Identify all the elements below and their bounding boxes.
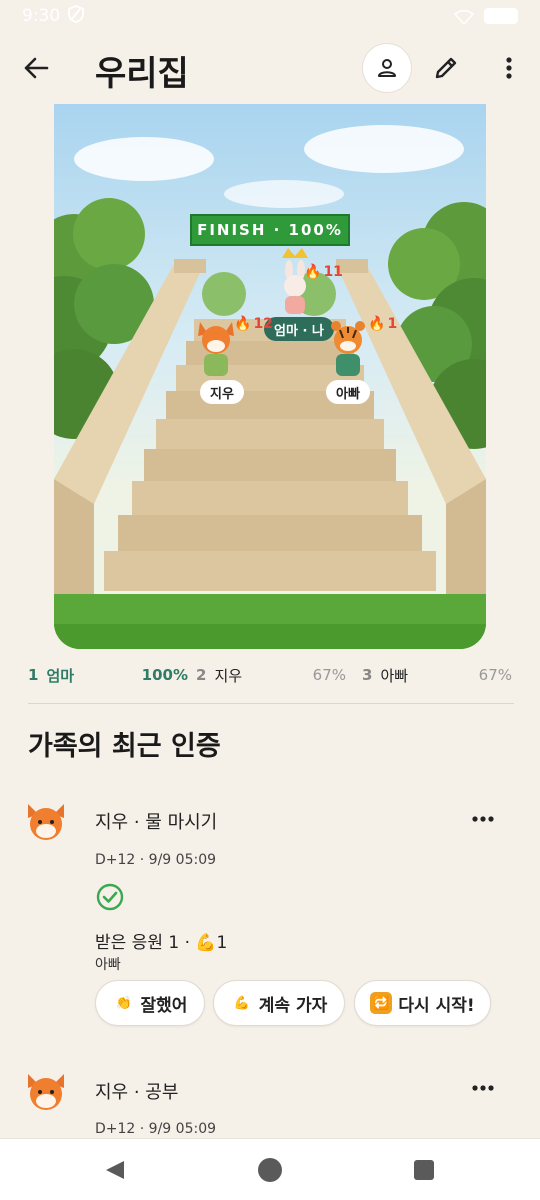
stair-progress-scene: FINISH · 100% 🔥 11 엄마 · 나 🔥 12 지우 🔥 1 아빠 (54, 104, 486, 649)
bunny-icon (282, 248, 308, 314)
arrow-left-icon (24, 57, 49, 79)
nav-recent-apps-icon[interactable] (414, 1160, 434, 1180)
feed-more-button[interactable] (468, 1078, 498, 1098)
streak-dad: 🔥 1 (368, 316, 398, 332)
rank-percent: 67% (312, 666, 346, 684)
more-menu-button[interactable] (494, 50, 524, 86)
feed-meta: D+12 · 9/9 05:09 (95, 852, 217, 868)
feed-more-button[interactable] (468, 809, 498, 829)
cheer-count: 받은 응원 1 · 💪1 (95, 933, 228, 953)
back-button[interactable] (18, 50, 54, 86)
repeat-icon: 🔁 (370, 992, 393, 1014)
tiger-icon (331, 321, 365, 376)
edit-button[interactable] (428, 50, 464, 86)
flame-icon: 🔥 (304, 264, 322, 280)
fox-avatar-icon (28, 804, 64, 840)
flexed-biceps-icon: 💪 (233, 995, 250, 1011)
character-label-mom: 엄마 · 나 (264, 317, 334, 341)
app-bar: 우리집 (0, 32, 540, 104)
rank-item-2: 2 지우 67% (196, 666, 346, 685)
status-bar: 9:30 (0, 0, 540, 32)
person-icon (378, 59, 396, 77)
rank-percent: 100% (141, 666, 188, 684)
fox-icon (198, 322, 234, 376)
flame-icon: 🔥 (368, 316, 386, 332)
rank-percent: 67% (478, 666, 512, 684)
feed-title: 지우 · 공부 (95, 1082, 179, 1103)
pencil-icon (435, 57, 457, 79)
more-horizontal-icon (472, 1085, 494, 1091)
system-nav-bar (0, 1138, 540, 1200)
rank-name: 아빠 (380, 666, 409, 685)
section-title: 가족의 최근 인증 (28, 731, 221, 762)
feed-title: 지우 · 물 마시기 (95, 812, 218, 833)
character-label-jiwoo: 지우 (200, 380, 244, 404)
battery-icon (484, 8, 518, 24)
feed-meta: D+12 · 9/9 05:09 (95, 1121, 217, 1137)
streak-jiwoo: 🔥 12 (234, 316, 273, 332)
rank-name: 엄마 (46, 666, 75, 685)
rank-item-1: 1 엄마 100% (28, 666, 188, 685)
page-title: 우리집 (95, 54, 189, 94)
nav-home-icon[interactable] (258, 1158, 282, 1182)
character-label-dad: 아빠 (326, 380, 370, 404)
cheer-button-well-done[interactable]: 👏 잘했어 (95, 980, 205, 1026)
more-vertical-icon (506, 57, 512, 79)
fox-avatar-icon (28, 1074, 64, 1110)
shield-status-icon (68, 4, 85, 28)
status-time: 9:30 (22, 6, 61, 26)
more-horizontal-icon (472, 816, 494, 822)
streak-mom: 🔥 11 (304, 264, 343, 280)
ranking-row: 1 엄마 100% 2 지우 67% 3 아빠 67% (28, 664, 512, 686)
profile-button[interactable] (362, 43, 412, 93)
wifi-icon (453, 9, 475, 26)
check-circle-icon (96, 883, 124, 911)
rank-name: 지우 (214, 666, 243, 685)
clap-icon: 👏 (115, 995, 132, 1011)
flame-icon: 🔥 (234, 316, 252, 332)
cheer-button-restart[interactable]: 🔁 다시 시작! (354, 980, 491, 1026)
divider (28, 703, 514, 704)
scene-illustration (54, 125, 486, 649)
nav-back-icon[interactable] (104, 1159, 126, 1181)
cheerer-names: 아빠 (95, 957, 121, 973)
cheer-button-keep-going[interactable]: 💪 계속 가자 (213, 980, 345, 1026)
rank-item-3: 3 아빠 67% (362, 666, 512, 685)
finish-banner: FINISH · 100% (190, 214, 350, 246)
